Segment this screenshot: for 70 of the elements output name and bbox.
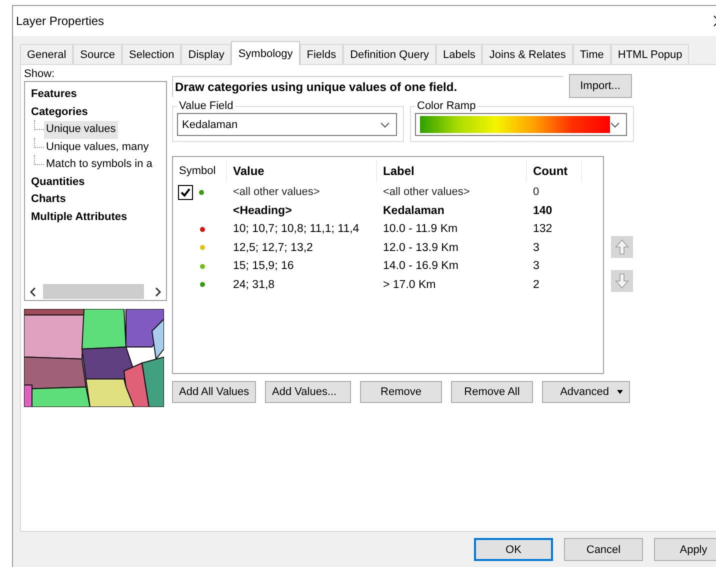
tab[interactable]: Display [181,44,232,64]
arrow-up-icon[interactable] [611,236,633,258]
table-cell-text: 15; 15,9; 16 [232,260,295,272]
chevron-down-icon [380,122,390,128]
chevron-right-icon[interactable] [154,286,162,296]
arrow-down-icon[interactable] [611,270,633,292]
dialog-button[interactable]: OK [474,538,553,561]
table-cell-text: 12.0 - 13.9 Km [382,242,460,254]
tab[interactable]: Symbology [231,41,300,65]
table-cell-text: <all other values> [232,186,321,198]
table-action-button[interactable]: Remove [360,381,442,403]
group-label: Value Field [178,100,234,112]
table-cell-text: 24; 31,8 [232,278,276,291]
tree-item[interactable]: Charts [31,191,66,208]
caret-down-icon [617,390,623,394]
tab[interactable]: General [20,44,74,64]
table-cell-text: 140 [532,204,554,217]
chevron-down-icon [610,122,620,128]
dialog-button[interactable]: Apply [654,538,716,561]
tab[interactable]: Joins & Relates [482,44,573,64]
tab[interactable]: Fields [300,44,344,64]
import-button[interactable]: Import... [568,74,632,98]
table-action-button[interactable]: Add All Values [172,381,256,403]
tab[interactable]: Time [572,44,611,64]
column-header[interactable]: Label [377,160,527,182]
description-text: Draw categories using unique values of one field. [172,76,563,96]
table-cell-text: 0 [532,186,540,198]
tree-item[interactable]: Categories [31,104,88,121]
symbol-dot[interactable] [199,190,204,195]
tree-item[interactable]: Features [31,86,77,104]
table-cell-text: 3 [532,260,540,272]
table-cell-text: 2 [532,278,540,291]
table-cell-text: 10.0 - 11.9 Km [382,223,459,236]
tree-item[interactable]: Quantities [31,174,85,191]
dialog-button[interactable]: Cancel [564,538,643,561]
tab[interactable]: HTML Popup [610,44,690,64]
chevron-left-icon[interactable] [29,286,37,296]
table-action-button[interactable]: Add Values... [265,381,351,403]
table-cell-text: 132 [532,223,554,236]
tab[interactable]: Labels [436,44,482,64]
column-header[interactable]: Value [227,160,377,182]
table-action-button[interactable]: Advanced [542,381,630,403]
table-cell-text: Kedalaman [382,204,446,217]
table-cell-text: > 17.0 Km [382,278,437,291]
table-cell-text: <all other values> [382,186,471,198]
group-label: Color Ramp [416,100,477,112]
column-header[interactable]: Count [527,160,582,182]
tab[interactable]: Source [73,44,122,64]
table-cell-text: 10; 10,7; 10,8; 11,1; 11,4 [232,223,360,236]
checkbox[interactable] [178,184,193,200]
column-header[interactable]: Symbol [175,160,227,182]
table-cell-text: 3 [532,242,540,254]
symbol-dot[interactable] [200,282,205,288]
table-cell-text: 12,5; 12,7; 13,2 [232,242,314,254]
symbol-dot[interactable] [200,264,205,269]
symbol-dot[interactable] [200,226,205,232]
table-action-button[interactable]: Remove All [451,381,533,403]
symbol-dot[interactable] [200,245,205,250]
tree-item[interactable]: Unique values, many [44,138,151,156]
tree-item[interactable]: Unique values [44,121,118,138]
color-ramp-dropdown[interactable] [415,113,627,136]
tree-item[interactable]: Match to symbols in a [44,156,154,174]
window-title: Layer Properties [16,14,104,28]
tab[interactable]: Selection [122,44,182,64]
table-cell-text: 14.0 - 16.9 Km [382,260,460,272]
value-field-dropdown[interactable]: Kedalaman [177,113,397,136]
show-label: Show: [24,68,56,81]
tab[interactable]: Definition Query [343,44,436,64]
table-cell-text: <Heading> [232,204,293,217]
tree-item[interactable]: Multiple Attributes [31,208,128,226]
